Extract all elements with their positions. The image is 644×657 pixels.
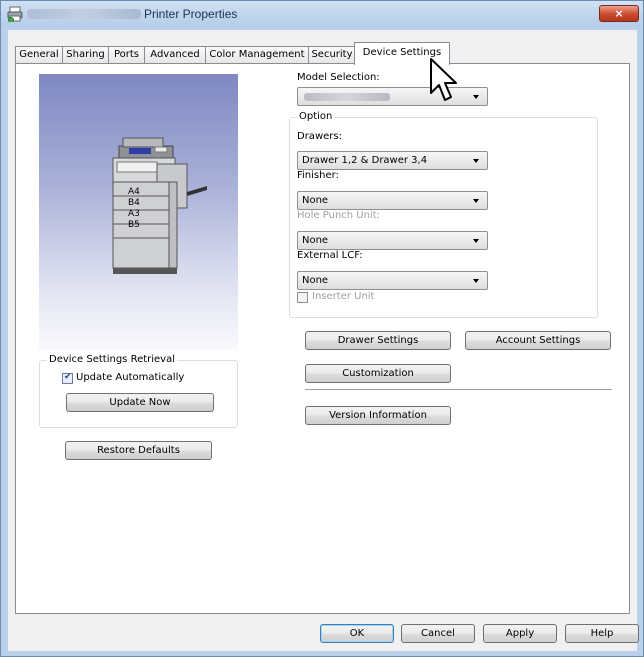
finisher-label: Finisher:: [297, 170, 339, 181]
window-title: Printer Properties: [144, 7, 238, 21]
hole-punch-label: Hole Punch Unit:: [297, 210, 381, 221]
version-information-button[interactable]: Version Information: [305, 406, 451, 425]
hole-punch-value: None: [302, 235, 329, 246]
help-button[interactable]: Help: [565, 624, 639, 643]
paper-label-b4: B4: [128, 198, 140, 208]
inserter-unit-label: Inserter Unit: [312, 291, 375, 302]
printer-properties-window: Printer Properties × General Sharing Por…: [0, 0, 644, 657]
finisher-dropdown[interactable]: None: [297, 191, 488, 210]
close-button[interactable]: ×: [599, 5, 639, 22]
drawer-settings-button[interactable]: Drawer Settings: [305, 331, 451, 350]
separator: [305, 389, 612, 390]
external-lcf-label: External LCF:: [297, 250, 363, 261]
external-lcf-dropdown[interactable]: None: [297, 271, 488, 290]
device-settings-retrieval-group: Device Settings Retrieval Update Automat…: [39, 354, 238, 428]
device-preview-image: A4 B4 A3 B5: [39, 74, 238, 350]
chevron-down-icon: [473, 199, 479, 203]
tab-sharing[interactable]: Sharing: [62, 46, 109, 64]
external-lcf-value: None: [302, 275, 329, 286]
chevron-down-icon: [473, 159, 479, 163]
model-selection-label: Model Selection:: [297, 72, 380, 83]
dialog-client-area: General Sharing Ports Advanced Color Man…: [8, 30, 639, 651]
apply-button[interactable]: Apply: [483, 624, 557, 643]
blurred-model-name: [304, 93, 390, 101]
chevron-down-icon: [473, 239, 479, 243]
hole-punch-dropdown[interactable]: None: [297, 231, 488, 250]
customization-button[interactable]: Customization: [305, 364, 451, 383]
printer-icon: [7, 6, 23, 22]
retrieval-group-title: Device Settings Retrieval: [47, 354, 178, 365]
restore-defaults-button[interactable]: Restore Defaults: [65, 441, 212, 460]
drawers-value: Drawer 1,2 & Drawer 3,4: [302, 155, 428, 166]
inserter-unit-checkbox[interactable]: [297, 292, 308, 303]
ok-button[interactable]: OK: [320, 624, 394, 643]
option-group: Option Drawers: Drawer 1,2 & Drawer 3,4 …: [289, 111, 598, 318]
finisher-value: None: [302, 195, 329, 206]
tab-advanced[interactable]: Advanced: [144, 46, 206, 64]
paper-label-a4: A4: [128, 187, 140, 197]
update-now-button[interactable]: Update Now: [66, 393, 214, 412]
option-group-title: Option: [297, 111, 335, 122]
mouse-cursor-icon: [430, 58, 457, 101]
tab-ports[interactable]: Ports: [108, 46, 145, 64]
model-selection-dropdown[interactable]: [297, 87, 488, 106]
update-automatically-label: Update Automatically: [76, 372, 185, 383]
blurred-printer-name: [27, 9, 141, 19]
tab-security[interactable]: Security: [308, 46, 356, 64]
tab-color-management[interactable]: Color Management: [205, 46, 309, 64]
chevron-down-icon: [473, 279, 479, 283]
device-settings-panel: A4 B4 A3 B5 Model Selection: Option Draw…: [15, 63, 630, 614]
tab-general[interactable]: General: [15, 46, 63, 64]
drawers-label: Drawers:: [297, 131, 342, 142]
title-bar[interactable]: Printer Properties ×: [1, 1, 643, 27]
paper-label-a3: A3: [128, 209, 140, 219]
paper-label-b5: B5: [128, 220, 140, 230]
cancel-button[interactable]: Cancel: [401, 624, 475, 643]
account-settings-button[interactable]: Account Settings: [465, 331, 611, 350]
update-automatically-checkbox[interactable]: [62, 372, 73, 384]
drawers-dropdown[interactable]: Drawer 1,2 & Drawer 3,4: [297, 151, 488, 170]
chevron-down-icon: [473, 95, 479, 99]
